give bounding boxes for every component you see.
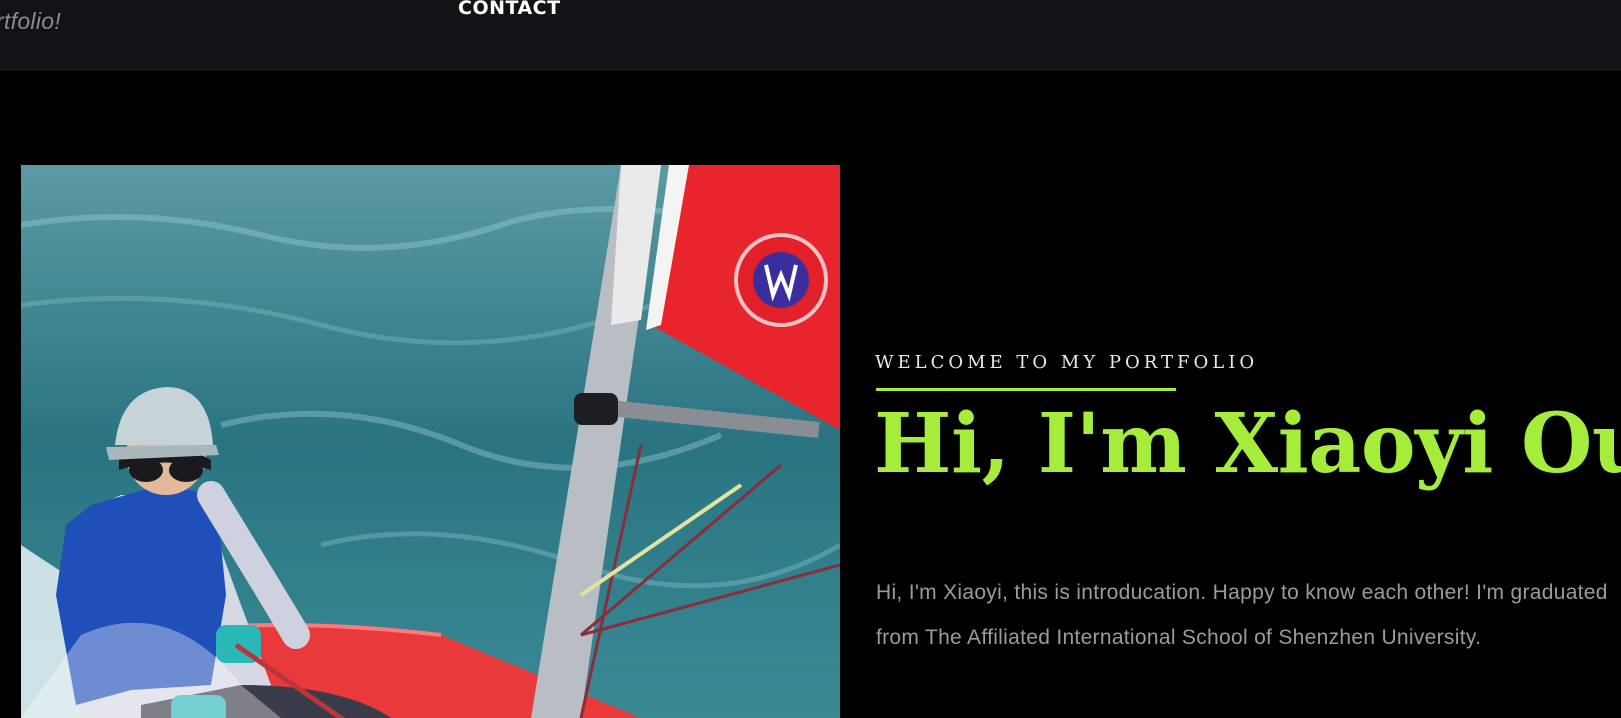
accent-divider [876,388,1176,391]
hero-intro-text: Hi, I'm Xiaoyi, this is introducation. H… [876,581,1608,649]
hero-headline: Hi, I'm Xiaoyi Ou [874,396,1621,492]
hero-eyebrow: WELCOME TO MY PORTFOLIO [875,352,1259,373]
nav-link-contact[interactable]: CONTACT [458,0,561,19]
top-navigation-bar: rtfolio! CONTACT [0,0,1621,71]
hero-sailing-photo [21,165,840,718]
site-brand-text[interactable]: rtfolio! [0,8,61,35]
